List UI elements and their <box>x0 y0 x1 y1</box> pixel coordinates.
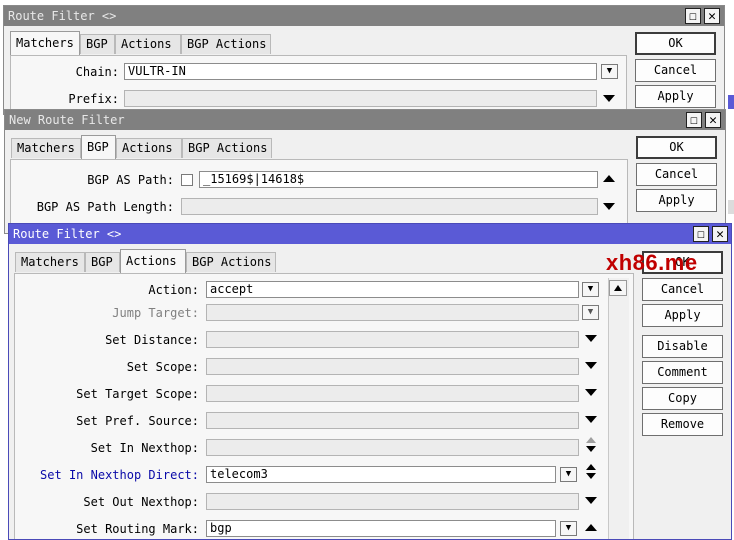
set-in-nexthop-direct-dropdown-icon[interactable]: ▼ <box>560 467 577 482</box>
maximize-icon[interactable]: ☐ <box>693 226 709 242</box>
tab-bgp-actions[interactable]: BGP Actions <box>181 34 271 54</box>
apply-button[interactable]: Apply <box>636 189 717 212</box>
remove-button[interactable]: Remove <box>642 413 723 436</box>
window-3-panel: Action: accept ▼ Jump Target: ▼ Set Dist… <box>14 273 634 539</box>
tab-actions[interactable]: Actions <box>115 34 181 54</box>
jump-target-field <box>206 304 579 321</box>
bgp-as-path-length-field[interactable] <box>181 198 598 215</box>
as-path-length-expand-icon[interactable] <box>603 203 615 210</box>
copy-button[interactable]: Copy <box>642 387 723 410</box>
set-in-nexthop-direct-field[interactable]: telecom3 <box>206 466 556 483</box>
tab-bgp[interactable]: BGP <box>80 34 115 54</box>
set-in-nexthop-field[interactable] <box>206 439 579 456</box>
window-2-titlebar[interactable]: New Route Filter ☐ ✕ <box>5 110 725 130</box>
window-3-title: Route Filter <> <box>13 227 122 241</box>
set-scope-field[interactable] <box>206 358 579 375</box>
chain-dropdown-icon[interactable]: ▼ <box>601 64 618 79</box>
tab-actions[interactable]: Actions <box>120 249 186 273</box>
route-filter-window-active: Route Filter <> ☐ ✕ Matchers BGP Actions… <box>8 223 732 540</box>
close-icon[interactable]: ✕ <box>712 226 728 242</box>
scroll-up-icon[interactable] <box>609 280 627 296</box>
cancel-button[interactable]: Cancel <box>636 163 717 186</box>
tab-bgp[interactable]: BGP <box>81 135 116 159</box>
cancel-button[interactable]: Cancel <box>635 59 716 82</box>
set-scope-label: Set Scope: <box>126 360 199 374</box>
set-target-scope-expand-icon[interactable] <box>585 389 597 396</box>
new-route-filter-window: New Route Filter ☐ ✕ Matchers BGP Action… <box>4 109 726 234</box>
window-1-title: Route Filter <> <box>8 9 117 23</box>
set-out-nexthop-field[interactable] <box>206 493 579 510</box>
route-filter-window-1: Route Filter <> ☐ ✕ Matchers BGP Actions… <box>3 5 725 115</box>
xh86-watermark: xh86.me <box>606 250 698 275</box>
set-in-nexthop-collapse-icon[interactable] <box>586 437 596 443</box>
set-in-nexthop-expand-icon[interactable] <box>586 446 596 452</box>
action-dropdown-icon[interactable]: ▼ <box>582 282 599 297</box>
maximize-icon[interactable]: ☐ <box>686 112 702 128</box>
tab-bgp-actions[interactable]: BGP Actions <box>182 138 272 158</box>
apply-button[interactable]: Apply <box>642 304 723 327</box>
close-icon[interactable]: ✕ <box>705 112 721 128</box>
set-in-nexthop-direct-label: Set In Nexthop Direct: <box>40 468 199 482</box>
tab-actions[interactable]: Actions <box>116 138 182 158</box>
set-in-nexthop-direct-collapse-icon[interactable] <box>586 464 596 470</box>
background-window-edge-lower <box>728 200 734 214</box>
disable-button[interactable]: Disable <box>642 335 723 358</box>
tab-bgp[interactable]: BGP <box>85 252 120 272</box>
chain-field[interactable]: VULTR-IN <box>124 63 597 80</box>
set-routing-mark-label: Set Routing Mark: <box>76 522 199 536</box>
ok-button[interactable]: OK <box>636 136 717 159</box>
ok-button[interactable]: OK <box>635 32 716 55</box>
bgp-as-path-length-label: BGP AS Path Length: <box>36 200 174 214</box>
set-distance-label: Set Distance: <box>105 333 199 347</box>
window-3-titlebar[interactable]: Route Filter <> ☐ ✕ <box>9 224 731 244</box>
set-in-nexthop-label: Set In Nexthop: <box>90 441 199 455</box>
scroll-up-arrow <box>614 285 622 291</box>
set-distance-field[interactable] <box>206 331 579 348</box>
comment-button[interactable]: Comment <box>642 361 723 384</box>
set-pref-source-expand-icon[interactable] <box>585 416 597 423</box>
maximize-icon[interactable]: ☐ <box>685 8 701 24</box>
action-label: Action: <box>148 283 199 297</box>
prefix-expand-icon[interactable] <box>603 95 615 102</box>
set-scope-expand-icon[interactable] <box>585 362 597 369</box>
tab-bgp-actions[interactable]: BGP Actions <box>186 252 276 272</box>
set-distance-expand-icon[interactable] <box>585 335 597 342</box>
window-1-titlebar[interactable]: Route Filter <> ☐ ✕ <box>4 6 724 26</box>
apply-button[interactable]: Apply <box>635 85 716 108</box>
close-icon[interactable]: ✕ <box>704 8 720 24</box>
set-out-nexthop-label: Set Out Nexthop: <box>83 495 199 509</box>
set-pref-source-label: Set Pref. Source: <box>76 414 199 428</box>
action-field[interactable]: accept <box>206 281 579 298</box>
bgp-as-path-field[interactable]: _15169$|14618$ <box>199 171 598 188</box>
set-routing-mark-field[interactable]: bgp <box>206 520 556 537</box>
as-path-collapse-icon[interactable] <box>603 175 615 182</box>
tab-matchers[interactable]: Matchers <box>10 31 80 55</box>
background-window-edge <box>728 95 734 109</box>
tab-matchers[interactable]: Matchers <box>15 252 85 272</box>
set-routing-mark-dropdown-icon[interactable]: ▼ <box>560 521 577 536</box>
bgp-as-path-label: BGP AS Path: <box>87 173 174 187</box>
vertical-scrollbar[interactable] <box>608 278 629 539</box>
window-2-title: New Route Filter <box>9 113 125 127</box>
set-routing-mark-collapse-icon[interactable] <box>585 524 597 531</box>
jump-target-dropdown-icon: ▼ <box>582 305 599 320</box>
as-path-invert-checkbox[interactable] <box>181 174 193 186</box>
tab-matchers[interactable]: Matchers <box>11 138 81 158</box>
prefix-label: Prefix: <box>68 92 119 106</box>
window-1-panel: Chain: VULTR-IN ▼ Prefix: <box>10 55 627 114</box>
set-target-scope-label: Set Target Scope: <box>76 387 199 401</box>
set-in-nexthop-direct-expand-icon[interactable] <box>586 473 596 479</box>
prefix-field[interactable] <box>124 90 597 107</box>
jump-target-label: Jump Target: <box>112 306 199 320</box>
chain-label: Chain: <box>75 65 119 79</box>
set-out-nexthop-expand-icon[interactable] <box>585 497 597 504</box>
set-target-scope-field[interactable] <box>206 385 579 402</box>
cancel-button[interactable]: Cancel <box>642 278 723 301</box>
set-pref-source-field[interactable] <box>206 412 579 429</box>
